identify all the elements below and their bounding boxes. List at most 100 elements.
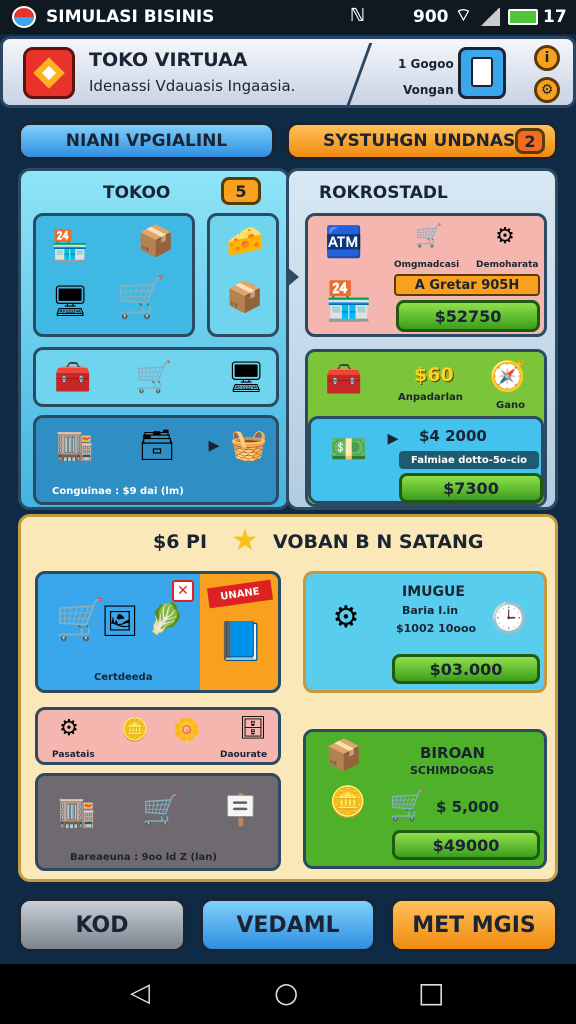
toko-shop-tile[interactable]: 🏪 📦 🖥 🛒: [33, 213, 195, 337]
recent-apps-icon[interactable]: □: [418, 976, 444, 1009]
computer-icon: 🖥: [50, 284, 90, 319]
cheese-box-icon: 🧀: [226, 224, 264, 259]
header-subtitle: Idenassi Vdauasis Ingaasia.: [89, 77, 296, 95]
close-x-button[interactable]: ✕: [172, 580, 194, 602]
red-cart-icon: 🛒: [142, 793, 180, 828]
bonus-green-card[interactable]: BIROAN SCHIMDOGAS 📦 🪙 🛒 $ 5,000 $49000: [303, 729, 547, 869]
kiosk-icon: 🖥: [226, 360, 266, 395]
status-app-title: SIMULASI BISINIS: [46, 7, 215, 27]
header-stat-1: 1 Gogoo: [398, 57, 454, 71]
market-stall-icon: 🏪: [51, 229, 89, 264]
rokro-orange-tag: A Gretar 905H: [394, 274, 540, 296]
cart-small-icon: 🛒: [415, 224, 443, 249]
rokro-label-right: Demoharata: [476, 260, 539, 270]
clipboard-icon: [471, 57, 493, 87]
bonus-title-left: $6 PI: [153, 531, 208, 553]
bonus-pink-label-right: Daourate: [220, 750, 268, 760]
toko-stock-caption: Conguinae : $9 dai (lm): [52, 486, 184, 497]
coins-stack-icon: 🪙: [329, 785, 367, 820]
bonus-card2-title: IMUGUE: [402, 584, 465, 600]
rokro-inner-card[interactable]: 💵 ▸ $4 2000 Falmiae dotto-5o-cio $7300: [308, 416, 544, 504]
rokro-inner-amount: $4 2000: [419, 427, 487, 445]
collapse-arrow-icon: [287, 267, 299, 287]
android-nav-bar: ◁ ○ □: [0, 964, 576, 1024]
inner-arrow-icon: ▸: [387, 426, 399, 451]
rokro-green-label-right: Gano: [496, 400, 525, 411]
cash-stack-icon: 💵: [330, 432, 368, 467]
toko-title: TOKOO: [103, 183, 171, 203]
signal-bars-icon: [480, 8, 500, 26]
toko-supply-tile[interactable]: 🧰 🛒 🖥: [33, 347, 279, 407]
star-icon: ★: [231, 523, 259, 558]
bonus-green-price[interactable]: $49000: [392, 830, 540, 860]
bonus-title-right: VOBAN B N SATANG: [273, 531, 484, 553]
bonus-green-title: BIROAN: [420, 744, 486, 762]
rokro-price-1[interactable]: $52750: [396, 300, 540, 332]
gift-box-icon: 📦: [137, 224, 175, 259]
small-gear-icon: ⚙: [59, 716, 79, 741]
vedaml-button[interactable]: VEDAML: [200, 898, 376, 952]
rokro-label-left: Omgmadcasi: [394, 260, 460, 270]
trolley-icon: 🛒: [389, 788, 427, 823]
bonus-pink-strip[interactable]: ⚙ 🪙 🌼 🗄 Pasatais Daourate: [35, 707, 281, 765]
nfc-icon: ℕ: [350, 5, 366, 26]
toko-stock-tile[interactable]: 🏬 🗃 ▸ 🧺 Conguinae : $9 dai (lm): [33, 415, 279, 505]
info-button[interactable]: i: [534, 45, 560, 71]
bonus-dark-caption: Bareaeuna : 9oo ld Z (lan): [70, 852, 217, 863]
header-title: TOKO VIRTUAA: [89, 49, 248, 71]
status-signal-text: 900: [413, 7, 449, 27]
bonus-blue-card[interactable]: 🛒 🖼 🥬 ✕ Certdeeda UNANE 📘: [35, 571, 281, 693]
bonus-pink-label-left: Pasatais: [52, 750, 95, 760]
bonus-dark-card[interactable]: 🏬 🛒 🪧 Bareaeuna : 9oo ld Z (lan): [35, 773, 281, 871]
bonus-card1-caption: Certdeeda: [94, 672, 153, 683]
clipboard-button[interactable]: [458, 47, 506, 99]
bonus-card2-line2: $1002 10ooo: [396, 622, 477, 635]
back-icon[interactable]: ◁: [130, 978, 150, 1008]
parcel-icon: 📦: [325, 738, 363, 773]
safe-icon: 🗄: [239, 716, 267, 741]
status-battery-text: 17: [543, 7, 567, 27]
clock-icon: 🕒: [490, 601, 528, 636]
cart-icon: 🛒: [135, 360, 173, 395]
tab-niani[interactable]: NIANI VPGIALINL: [18, 122, 275, 160]
settings-button[interactable]: ⚙: [534, 77, 560, 103]
header: TOKO VIRTUAA Idenassi Vdauasis Ingaasia.…: [0, 36, 576, 108]
gear-icon: ⚙: [495, 224, 515, 249]
bonus-imugue-card[interactable]: IMUGUE Baria I.in $1002 10ooo ⚙ 🕒 $03.00…: [303, 571, 547, 693]
shopping-cart-icon: 🛒: [116, 275, 166, 321]
bonus-panel: $6 PI ★ VOBAN B N SATANG 🛒 🖼 🥬 ✕ Certdee…: [18, 514, 558, 882]
store-logo-icon: [23, 47, 75, 99]
status-bar: SIMULASI BISINIS ℕ 900 ⌔ 17: [0, 0, 576, 34]
arrow-right-icon: ▸: [208, 433, 220, 458]
flower-icon: 🌼: [173, 718, 201, 743]
cardboard-box-icon: 📦: [226, 280, 264, 315]
rokro-title: ROKROSTADL: [319, 183, 448, 203]
picture-frame-icon: 🖼: [100, 604, 140, 639]
tab-systuhgn[interactable]: SYSTUHGN UNDNASIA 2: [286, 122, 558, 160]
kod-button[interactable]: KOD: [18, 898, 186, 952]
bonus-card2-price[interactable]: $03.000: [392, 654, 540, 684]
toko-box-tile[interactable]: 🧀 📦: [207, 213, 279, 337]
header-stat-2: Vongan: [403, 83, 454, 97]
rokro-price-2[interactable]: $7300: [399, 473, 543, 503]
treasure-chest-icon: 🧰: [54, 360, 92, 395]
shop-front-icon: 🏪: [325, 279, 373, 323]
battery-icon: [508, 9, 538, 25]
storage-box-icon: 🗃: [137, 428, 177, 463]
tab-systuhgn-label: SYSTUHGN UNDNASIA: [323, 131, 535, 151]
bonus-green-amount: $ 5,000: [436, 798, 500, 816]
awning-box-icon: 🏬: [56, 428, 94, 463]
rokro-panel: ROKROSTADL 🏧 🛒 ⚙ Omgmadcasi Demoharata 🏪…: [286, 168, 558, 510]
rokro-green-amount: $60: [414, 364, 454, 386]
toko-badge: 5: [221, 177, 261, 205]
met-mgis-button[interactable]: MET MGIS: [390, 898, 558, 952]
coin-roll-icon: 🪙: [121, 718, 149, 743]
home-icon[interactable]: ○: [274, 976, 298, 1009]
rokro-green-label: Anpadarlan: [398, 392, 463, 403]
rokro-pink-card[interactable]: 🏧 🛒 ⚙ Omgmadcasi Demoharata 🏪 A Gretar 9…: [305, 213, 547, 337]
rokro-green-card[interactable]: 🧰 $60 Anpadarlan 🧭 Gano 💵 ▸ $4 2000 Falm…: [305, 349, 547, 507]
header-divider: [346, 43, 373, 105]
cog-icon: ⚙: [332, 600, 360, 635]
book-icon: 📘: [217, 619, 265, 663]
storefront-box-icon: 🏬: [58, 795, 96, 830]
